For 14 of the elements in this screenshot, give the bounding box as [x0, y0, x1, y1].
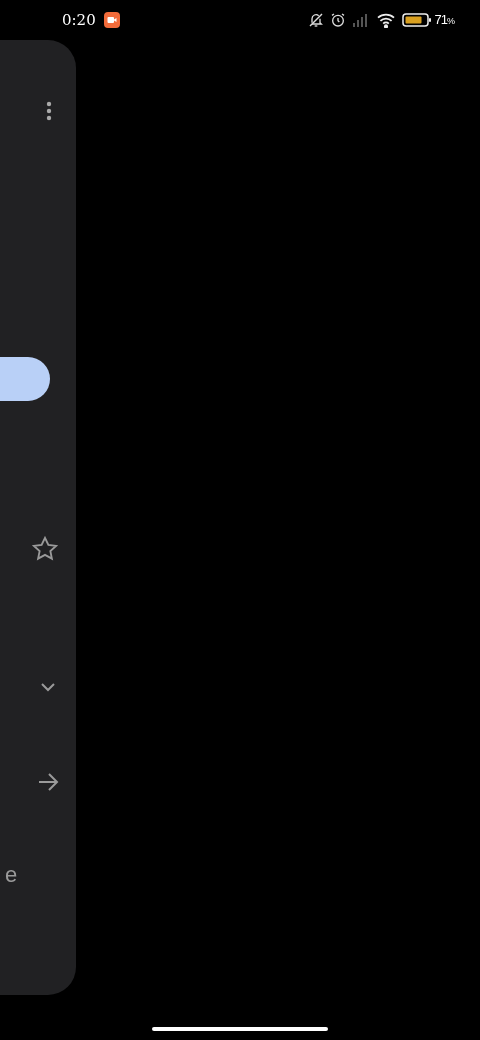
chevron-down-icon[interactable]: [40, 682, 56, 692]
signal-icon: [351, 13, 370, 27]
alarm-clock-icon: [329, 12, 346, 28]
battery-percentage: 71%: [434, 11, 454, 30]
clock: 0:20: [62, 9, 96, 31]
battery-icon: [401, 13, 432, 27]
bell-off-icon: [307, 12, 324, 28]
wifi-icon: [375, 12, 396, 28]
pill-button[interactable]: [0, 357, 50, 401]
arrow-right-icon[interactable]: [37, 772, 59, 792]
video-camera-icon: [103, 12, 120, 28]
more-options-icon[interactable]: [46, 101, 52, 121]
card-text: e: [4, 864, 18, 886]
star-icon[interactable]: [31, 535, 59, 563]
